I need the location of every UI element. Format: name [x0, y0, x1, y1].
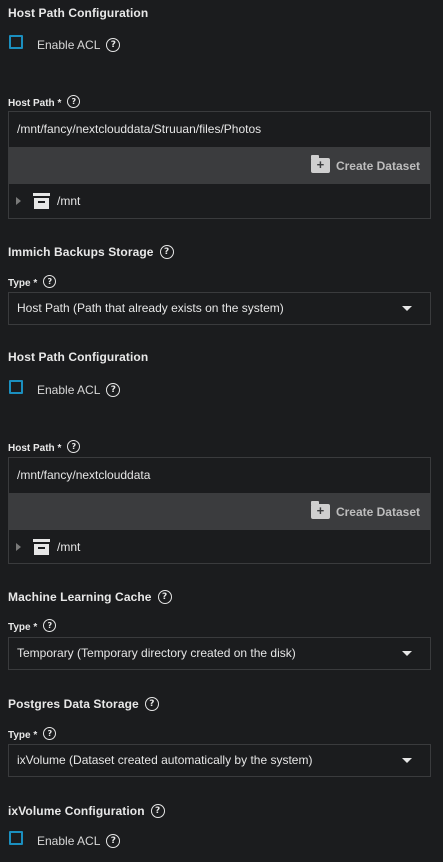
- folder-plus-icon: +: [310, 501, 330, 519]
- select-value: Temporary (Temporary directory created o…: [17, 646, 296, 660]
- enable-acl-label: Enable ACL: [37, 834, 101, 848]
- host-path-explorer: /mnt/fancy/nextclouddata + Create Datase…: [8, 457, 431, 564]
- help-icon[interactable]: [106, 833, 121, 848]
- dropdown-caret-icon: [402, 306, 412, 311]
- dropdown-caret-icon: [402, 651, 412, 656]
- help-icon[interactable]: [106, 37, 121, 52]
- help-icon[interactable]: [144, 696, 159, 711]
- enable-acl-checkbox[interactable]: [9, 831, 23, 845]
- create-dataset-label: Create Dataset: [335, 504, 420, 519]
- tree-node-label: /mnt: [57, 540, 81, 554]
- host-path-explorer: /mnt/fancy/nextclouddata/Struuan/files/P…: [8, 111, 431, 219]
- immich-backups-storage-title: Immich Backups Storage: [8, 245, 154, 259]
- select-value: ixVolume (Dataset created automatically …: [17, 753, 313, 767]
- ml-cache-title: Machine Learning Cache: [8, 590, 152, 604]
- expand-arrow-icon[interactable]: [16, 197, 21, 205]
- help-icon[interactable]: [159, 244, 174, 259]
- create-dataset-button[interactable]: + Create Dataset: [310, 501, 420, 519]
- create-dataset-button[interactable]: + Create Dataset: [310, 155, 420, 173]
- tree-node-mnt[interactable]: /mnt: [9, 184, 430, 218]
- tree-node-label: /mnt: [57, 194, 81, 208]
- host-path-config-title: Host Path Configuration: [8, 350, 149, 364]
- help-icon[interactable]: [150, 803, 165, 818]
- dataset-icon: [33, 193, 50, 210]
- host-path-label: Host Path *: [8, 443, 62, 454]
- select-value: Host Path (Path that already exists on t…: [17, 301, 284, 315]
- postgres-storage-title: Postgres Data Storage: [8, 697, 139, 711]
- ml-cache-type-select[interactable]: Temporary (Temporary directory created o…: [8, 637, 431, 670]
- folder-plus-icon: +: [310, 155, 330, 173]
- immich-backups-type-select[interactable]: Host Path (Path that already exists on t…: [8, 292, 431, 325]
- dropdown-caret-icon: [402, 758, 412, 763]
- create-dataset-bar: + Create Dataset: [9, 147, 430, 184]
- host-path-input[interactable]: /mnt/fancy/nextclouddata/Struuan/files/P…: [9, 112, 430, 147]
- type-label: Type *: [8, 278, 38, 289]
- help-icon[interactable]: [43, 275, 57, 289]
- host-path-input[interactable]: /mnt/fancy/nextclouddata: [9, 458, 430, 493]
- help-icon[interactable]: [106, 382, 121, 397]
- enable-acl-checkbox[interactable]: [9, 35, 23, 49]
- host-path-label: Host Path *: [8, 98, 62, 109]
- enable-acl-label: Enable ACL: [37, 38, 101, 52]
- postgres-type-select[interactable]: ixVolume (Dataset created automatically …: [8, 744, 431, 777]
- enable-acl-checkbox[interactable]: [9, 380, 23, 394]
- tree-node-mnt[interactable]: /mnt: [9, 530, 430, 564]
- type-label: Type *: [8, 730, 38, 741]
- create-dataset-label: Create Dataset: [335, 158, 420, 173]
- help-icon[interactable]: [157, 589, 172, 604]
- help-icon[interactable]: [67, 440, 81, 454]
- create-dataset-bar: + Create Dataset: [9, 493, 430, 530]
- help-icon[interactable]: [43, 727, 57, 741]
- help-icon[interactable]: [67, 95, 81, 109]
- dataset-icon: [33, 539, 50, 556]
- enable-acl-label: Enable ACL: [37, 383, 101, 397]
- expand-arrow-icon[interactable]: [16, 543, 21, 551]
- type-label: Type *: [8, 622, 38, 633]
- ixvolume-config-title: ixVolume Configuration: [8, 804, 145, 818]
- host-path-config-title: Host Path Configuration: [8, 6, 149, 20]
- help-icon[interactable]: [43, 619, 57, 633]
